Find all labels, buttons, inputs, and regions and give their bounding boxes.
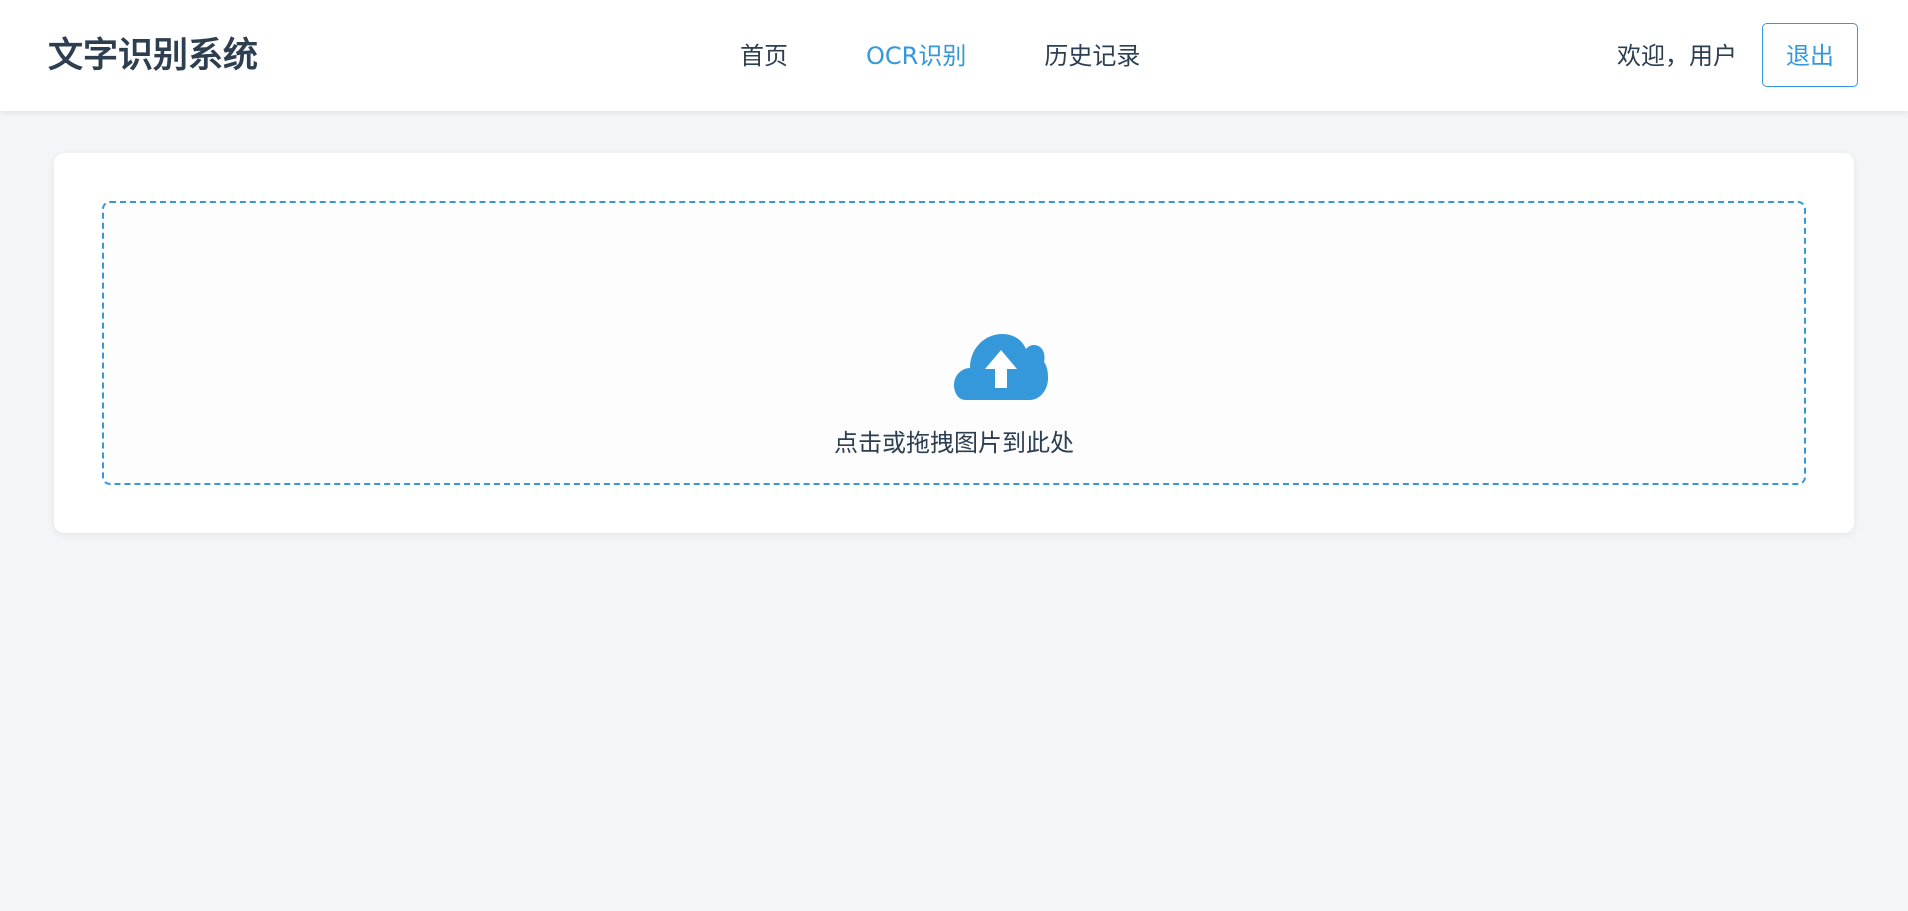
app-title: 文字识别系统 — [48, 36, 259, 76]
welcome-text: 欢迎，用户 — [1617, 42, 1737, 70]
top-header: 文字识别系统 首页 OCR识别 历史记录 欢迎，用户 退出 — [0, 0, 1908, 111]
cloud-upload-icon — [954, 334, 1048, 400]
upload-card: 点击或拖拽图片到此处 — [54, 153, 1854, 533]
logout-button[interactable]: 退出 — [1762, 23, 1858, 87]
upload-dropzone[interactable]: 点击或拖拽图片到此处 — [102, 201, 1806, 485]
main-nav: 首页 OCR识别 历史记录 — [740, 38, 1140, 74]
nav-item-home[interactable]: 首页 — [740, 38, 788, 74]
nav-item-ocr[interactable]: OCR识别 — [866, 38, 966, 74]
upload-prompt: 点击或拖拽图片到此处 — [834, 429, 1074, 457]
nav-item-history[interactable]: 历史记录 — [1044, 38, 1140, 74]
